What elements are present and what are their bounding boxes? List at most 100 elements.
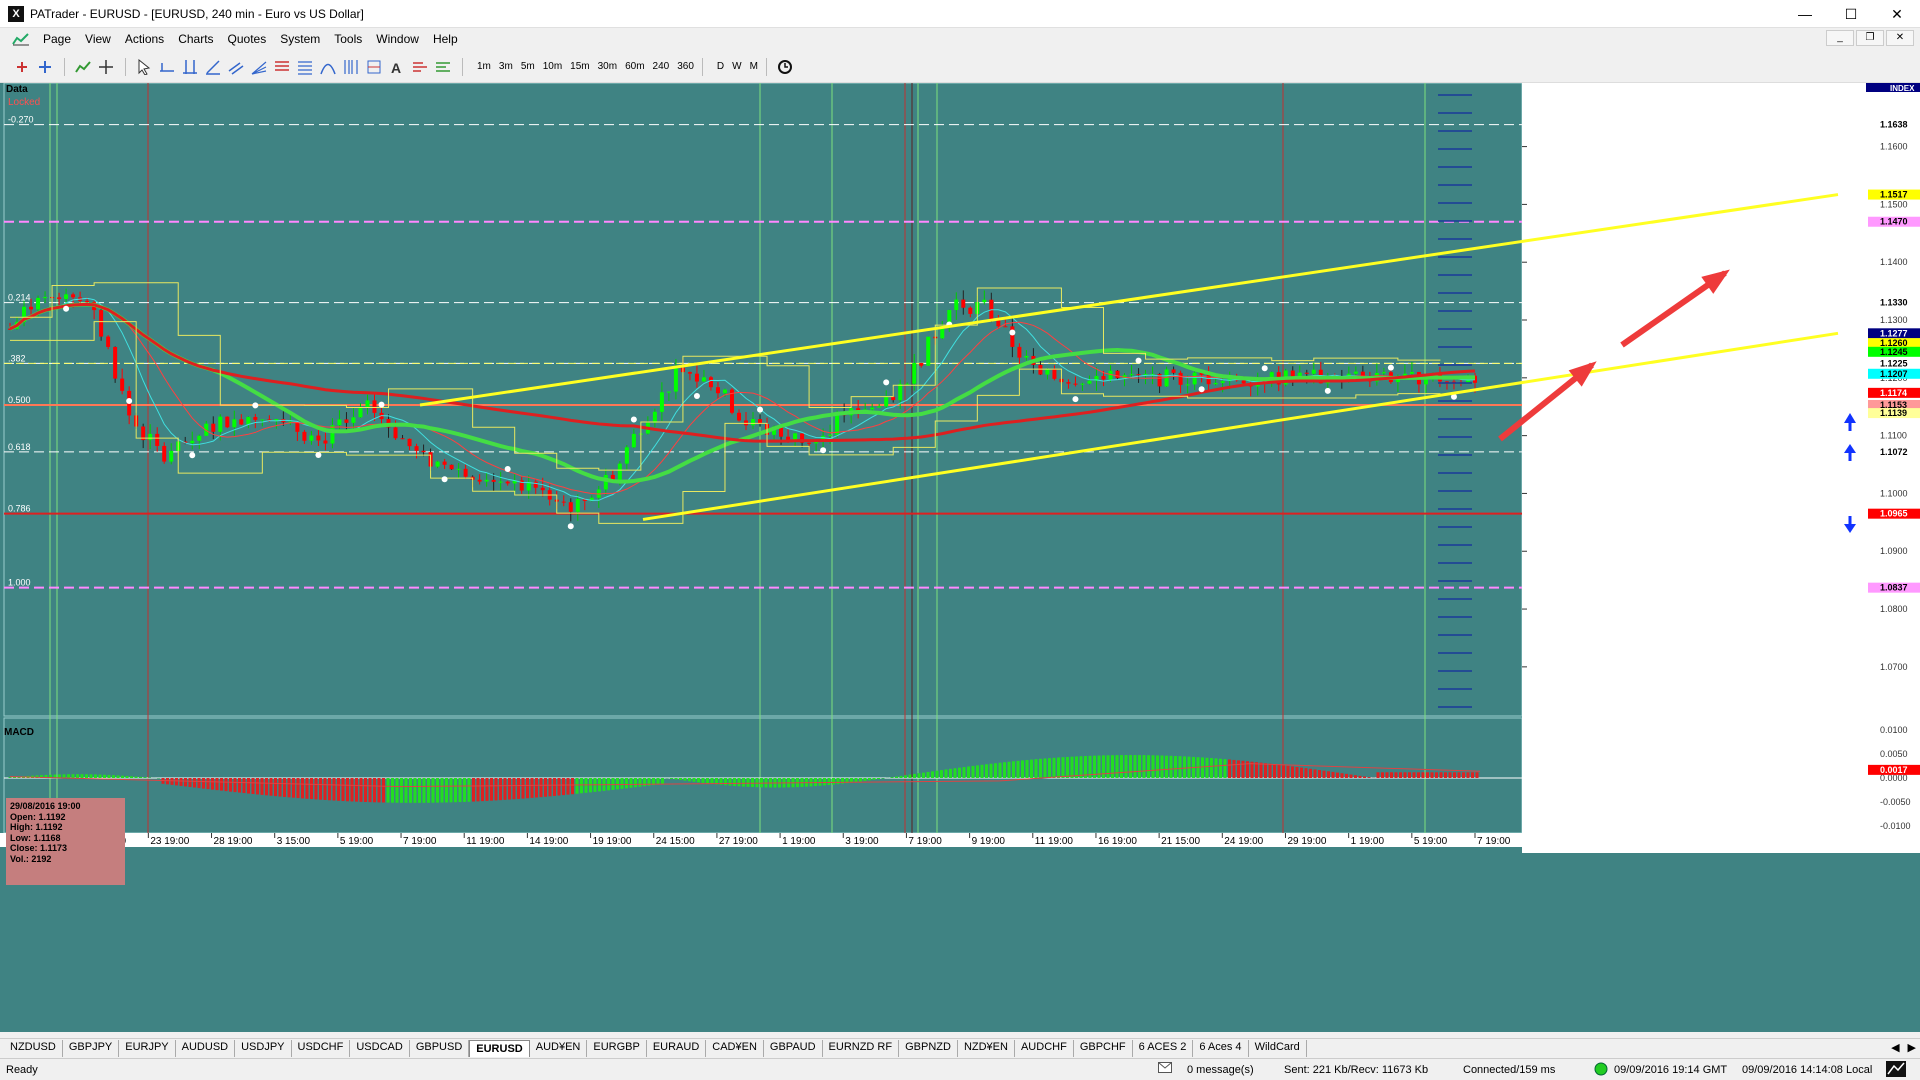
candle-body [898, 383, 903, 401]
fibonacci-retracement-icon[interactable] [274, 59, 290, 75]
candle-body [982, 299, 987, 303]
vertical-line-icon[interactable] [182, 59, 198, 75]
menu-page[interactable]: Page [36, 28, 78, 50]
candle-body [449, 464, 454, 470]
menu-window[interactable]: Window [369, 28, 426, 50]
tab-symbol[interactable]: EURUSD [469, 1040, 530, 1057]
timeframe-5m-button[interactable]: 5m [517, 59, 539, 75]
pointer-icon[interactable] [136, 59, 152, 75]
mdi-restore-button[interactable]: ❐ [1856, 30, 1884, 46]
fibonacci-extension-icon[interactable] [297, 59, 313, 75]
tab-symbol[interactable]: AUD¥EN [530, 1040, 588, 1057]
tab-symbol[interactable]: NZD¥EN [958, 1040, 1015, 1057]
tab-symbol[interactable]: EURAUD [647, 1040, 707, 1057]
timeframe-30m-button[interactable]: 30m [594, 59, 621, 75]
tab-symbol[interactable]: GBPJPY [63, 1040, 120, 1057]
tab-symbol[interactable]: EURJPY [119, 1040, 176, 1057]
mdi-minimize-button[interactable]: _ [1826, 30, 1854, 46]
timeframe-360-button[interactable]: 360 [673, 59, 698, 75]
clock-icon[interactable] [777, 59, 793, 75]
candle-body [1066, 382, 1071, 384]
time-axis-label: 29 19:00 [1287, 836, 1326, 847]
tab-symbol[interactable]: GBPUSD [410, 1040, 470, 1057]
tab-symbol[interactable]: USDCHF [292, 1040, 351, 1057]
mail-icon[interactable] [1158, 1062, 1172, 1076]
chart-app-icon [12, 33, 29, 46]
price-chart[interactable]: -0.270 0.214 .382 0.500 0.618 0.786 1.000 Data L… [0, 83, 1920, 1033]
drag-icon[interactable] [37, 59, 53, 75]
candle-body [1304, 372, 1309, 374]
tab-symbol[interactable]: GBPNZD [899, 1040, 958, 1057]
text-tool-icon[interactable]: A [389, 59, 405, 75]
candle-body [113, 346, 118, 379]
gann-grid-icon[interactable] [366, 59, 382, 75]
minimize-button[interactable]: — [1782, 0, 1828, 28]
time-axis-label: 3 19:00 [845, 836, 879, 847]
candle-body [687, 372, 692, 374]
candle-body [463, 468, 468, 477]
tab-symbol[interactable]: USDJPY [235, 1040, 292, 1057]
fibonacci-fan-icon[interactable] [251, 59, 267, 75]
candle-body [498, 481, 503, 483]
crosshair-icon[interactable] [98, 59, 114, 75]
tab-symbol[interactable]: EURNZD RF [823, 1040, 900, 1057]
menu-system[interactable]: System [273, 28, 327, 50]
levels-icon[interactable] [435, 59, 451, 75]
tab-symbol[interactable]: NZDUSD [4, 1040, 63, 1057]
candle-body [1080, 383, 1085, 385]
candle-body [148, 433, 153, 441]
tab-symbol[interactable]: 6 Aces 4 [1193, 1040, 1249, 1057]
horizontal-line-icon[interactable] [159, 59, 175, 75]
signal-dot [1072, 396, 1079, 403]
menu-help[interactable]: Help [426, 28, 465, 50]
time-axis-label: 3 15:00 [277, 836, 311, 847]
mdi-close-button[interactable]: ✕ [1886, 30, 1914, 46]
timeframe-1m-button[interactable]: 1m [473, 59, 495, 75]
candle-body [1213, 382, 1218, 385]
menu-actions[interactable]: Actions [118, 28, 171, 50]
candle-body [239, 419, 244, 425]
period-W-button[interactable]: W [728, 59, 745, 75]
candle-body [218, 416, 223, 432]
menu-view[interactable]: View [78, 28, 118, 50]
menu-tools[interactable]: Tools [327, 28, 369, 50]
timeframe-240-button[interactable]: 240 [649, 59, 674, 75]
close-button[interactable]: ✕ [1874, 0, 1920, 28]
period-D-button[interactable]: D [713, 59, 728, 75]
period-M-button[interactable]: M [746, 59, 762, 75]
timeframe-15m-button[interactable]: 15m [566, 59, 593, 75]
time-axis-label: 1 19:00 [1351, 836, 1385, 847]
tab-symbol[interactable]: 6 ACES 2 [1133, 1040, 1194, 1057]
candle-body [1381, 372, 1386, 374]
candle-body [190, 440, 195, 444]
tab-symbol[interactable]: GBPCHF [1074, 1040, 1133, 1057]
tab-scroll-left-icon[interactable]: ◀ [1891, 1041, 1899, 1054]
tab-symbol[interactable]: USDCAD [350, 1040, 410, 1057]
tab-symbol[interactable]: CAD¥EN [706, 1040, 764, 1057]
menu-charts[interactable]: Charts [171, 28, 220, 50]
tab-symbol[interactable]: AUDCHF [1015, 1040, 1074, 1057]
trend-line-icon[interactable] [205, 59, 221, 75]
menu-quotes[interactable]: Quotes [221, 28, 274, 50]
tab-symbol[interactable]: WildCard [1249, 1040, 1307, 1057]
cursor-crosshair-icon[interactable] [14, 59, 30, 75]
time-zones-icon[interactable] [343, 59, 359, 75]
candle-body [1101, 376, 1106, 380]
tab-symbol[interactable]: GBPAUD [764, 1040, 823, 1057]
maximize-button[interactable]: ☐ [1828, 0, 1874, 28]
tab-scroll-right-icon[interactable]: ▶ [1908, 1041, 1916, 1054]
fib-level-label: -0.270 [8, 115, 34, 125]
price-marker-label: 1.1277 [1880, 328, 1908, 338]
arc-icon[interactable] [320, 59, 336, 75]
timeframe-10m-button[interactable]: 10m [539, 59, 566, 75]
timeframe-3m-button[interactable]: 3m [495, 59, 517, 75]
tab-symbol[interactable]: EURGBP [587, 1040, 647, 1057]
pattern-icon[interactable] [412, 59, 428, 75]
channel-icon[interactable] [228, 59, 244, 75]
chart-area[interactable]: -0.270 0.214 .382 0.500 0.618 0.786 1.000 Data L… [0, 82, 1920, 1032]
timeframe-60m-button[interactable]: 60m [621, 59, 648, 75]
candle-body [828, 434, 833, 436]
tab-symbol[interactable]: AUDUSD [176, 1040, 236, 1057]
price-marker-label: 1.0837 [1880, 583, 1908, 593]
chart-type-icon[interactable] [75, 59, 91, 75]
